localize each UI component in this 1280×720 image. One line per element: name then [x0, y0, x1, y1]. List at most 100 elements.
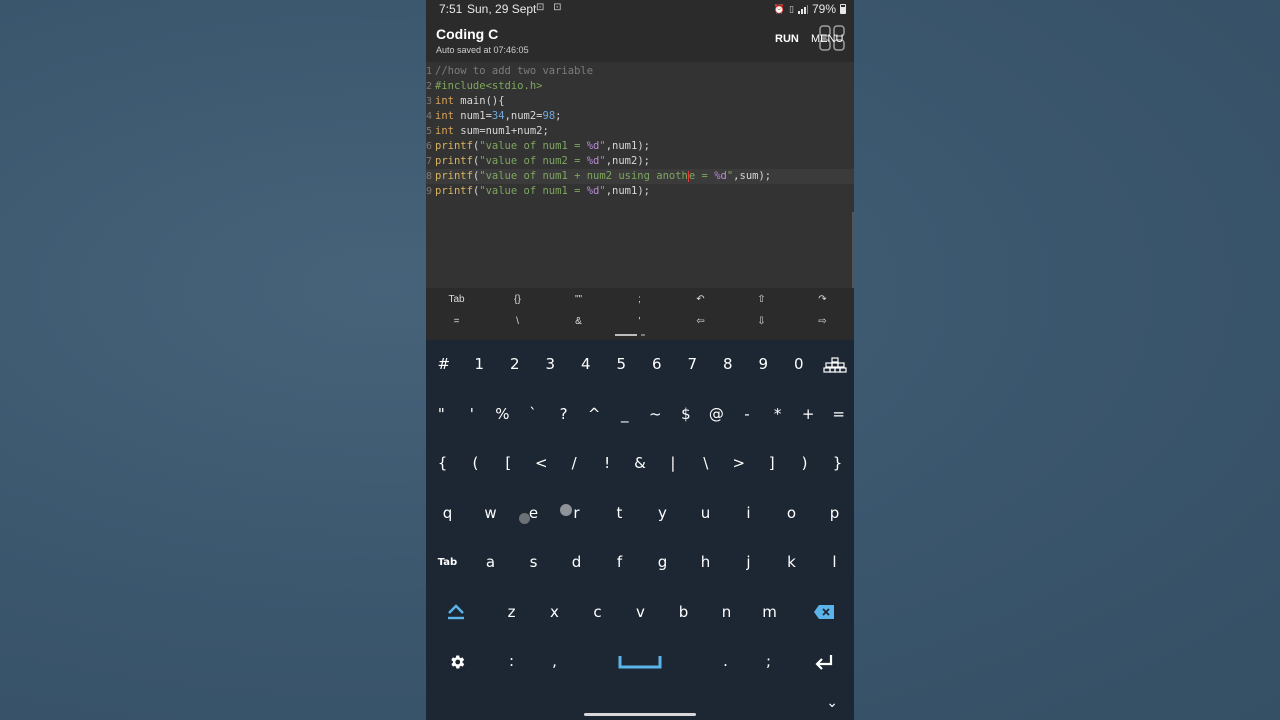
arrow-left-icon[interactable]: ⇦: [670, 316, 731, 327]
backslash-key[interactable]: \: [487, 316, 548, 327]
key-m[interactable]: m: [748, 588, 791, 637]
key-n[interactable]: n: [705, 588, 748, 637]
apostrophe-key[interactable]: ': [609, 316, 670, 327]
symbol-key[interactable]: ~: [640, 390, 671, 439]
key-e[interactable]: e: [512, 489, 555, 538]
symbol-key[interactable]: `: [518, 390, 549, 439]
symbol-key[interactable]: ]: [755, 439, 788, 488]
symbol-key[interactable]: ': [457, 390, 488, 439]
redo-icon[interactable]: ↷: [792, 294, 853, 305]
colon-key[interactable]: :: [490, 637, 533, 686]
tab-key[interactable]: Tab: [426, 538, 469, 587]
symbol-key[interactable]: !: [591, 439, 624, 488]
comma-key[interactable]: ,: [533, 637, 576, 686]
key-h[interactable]: h: [684, 538, 727, 587]
symbol-key[interactable]: }: [821, 439, 854, 488]
key-3[interactable]: 3: [533, 340, 569, 389]
symbol-key[interactable]: _: [609, 390, 640, 439]
symbol-key[interactable]: /: [558, 439, 591, 488]
equals-key[interactable]: =: [426, 316, 487, 327]
code-line[interactable]: 5 int sum=num1+num2;: [426, 124, 854, 139]
key-l[interactable]: l: [813, 538, 854, 587]
code-line[interactable]: 4 int num1=34,num2=98;: [426, 109, 854, 124]
key-t[interactable]: t: [598, 489, 641, 538]
shift-icon[interactable]: [426, 588, 486, 637]
code-line[interactable]: 7 printf("value of num2 = %d",num2);: [426, 154, 854, 169]
code-line[interactable]: 2 #include<stdio.h>: [426, 79, 854, 94]
key-9[interactable]: 9: [746, 340, 782, 389]
floating-grid-icon[interactable]: [818, 24, 846, 52]
semicolon-key[interactable]: ;: [747, 637, 790, 686]
key-2[interactable]: 2: [497, 340, 533, 389]
key-4[interactable]: 4: [568, 340, 604, 389]
key-0[interactable]: #: [426, 340, 462, 389]
settings-gear-icon[interactable]: [426, 637, 488, 686]
symbol-key[interactable]: ): [788, 439, 821, 488]
arrow-down-icon[interactable]: ⇩: [731, 316, 792, 327]
arrow-right-icon[interactable]: ⇨: [792, 316, 853, 327]
enter-icon[interactable]: [794, 637, 854, 686]
key-10[interactable]: 0: [781, 340, 817, 389]
key-q[interactable]: q: [426, 489, 469, 538]
symbol-key[interactable]: &: [624, 439, 657, 488]
code-line[interactable]: 6 printf("value of num1 = %d",num1);: [426, 139, 854, 154]
chevron-down-icon[interactable]: ⌄: [826, 694, 838, 711]
key-o[interactable]: o: [770, 489, 813, 538]
key-w[interactable]: w: [469, 489, 512, 538]
run-button[interactable]: RUN: [775, 33, 799, 45]
shift-up-icon[interactable]: ⇧: [731, 294, 792, 305]
symbol-key[interactable]: [: [492, 439, 525, 488]
key-p[interactable]: p: [813, 489, 854, 538]
code-line[interactable]: 8 printf("value of num1 + num2 using anot…: [426, 169, 854, 184]
key-z[interactable]: z: [490, 588, 533, 637]
key-i[interactable]: i: [727, 489, 770, 538]
tab-key[interactable]: Tab: [426, 294, 487, 305]
symbol-key[interactable]: *: [762, 390, 793, 439]
symbol-key[interactable]: ^: [579, 390, 610, 439]
key-u[interactable]: u: [684, 489, 727, 538]
symbol-key[interactable]: +: [793, 390, 824, 439]
symbol-key[interactable]: <: [525, 439, 558, 488]
symbol-key[interactable]: @: [701, 390, 732, 439]
space-bar[interactable]: [586, 637, 694, 686]
code-line[interactable]: 1//how to add two variable: [426, 64, 854, 79]
key-6[interactable]: 6: [639, 340, 675, 389]
semicolon-key[interactable]: ;: [609, 294, 670, 305]
symbol-key[interactable]: =: [823, 390, 854, 439]
period-key[interactable]: .: [704, 637, 747, 686]
key-7[interactable]: 7: [675, 340, 711, 389]
key-g[interactable]: g: [641, 538, 684, 587]
symbol-key[interactable]: $: [671, 390, 702, 439]
key-c[interactable]: c: [576, 588, 619, 637]
key-a[interactable]: a: [469, 538, 512, 587]
key-b[interactable]: b: [662, 588, 705, 637]
quotes-key[interactable]: "": [548, 294, 609, 305]
ampersand-key[interactable]: &: [548, 316, 609, 327]
key-d[interactable]: d: [555, 538, 598, 587]
symbol-key[interactable]: >: [722, 439, 755, 488]
key-5[interactable]: 5: [604, 340, 640, 389]
symbol-key[interactable]: |: [656, 439, 689, 488]
symbol-key[interactable]: (: [459, 439, 492, 488]
key-1[interactable]: 1: [462, 340, 498, 389]
symbol-key[interactable]: -: [732, 390, 763, 439]
key-8[interactable]: 8: [710, 340, 746, 389]
braces-key[interactable]: {}: [487, 294, 548, 305]
key-r[interactable]: r: [555, 489, 598, 538]
key-s[interactable]: s: [512, 538, 555, 587]
key-x[interactable]: x: [533, 588, 576, 637]
symbol-key[interactable]: \: [689, 439, 722, 488]
symbol-key[interactable]: %: [487, 390, 518, 439]
symbol-key[interactable]: {: [426, 439, 459, 488]
numpad-icon[interactable]: [817, 340, 855, 389]
symbol-key[interactable]: ?: [548, 390, 579, 439]
code-editor[interactable]: 1//how to add two variable 2 #include<stdi…: [426, 62, 854, 307]
home-indicator[interactable]: [584, 713, 696, 716]
code-line[interactable]: 3 int main(){: [426, 94, 854, 109]
key-k[interactable]: k: [770, 538, 813, 587]
key-y[interactable]: y: [641, 489, 684, 538]
code-line[interactable]: 9 printf("value of num1 = %d",num1);: [426, 184, 854, 199]
key-j[interactable]: j: [727, 538, 770, 587]
undo-icon[interactable]: ↶: [670, 294, 731, 305]
backspace-icon[interactable]: [794, 588, 854, 637]
